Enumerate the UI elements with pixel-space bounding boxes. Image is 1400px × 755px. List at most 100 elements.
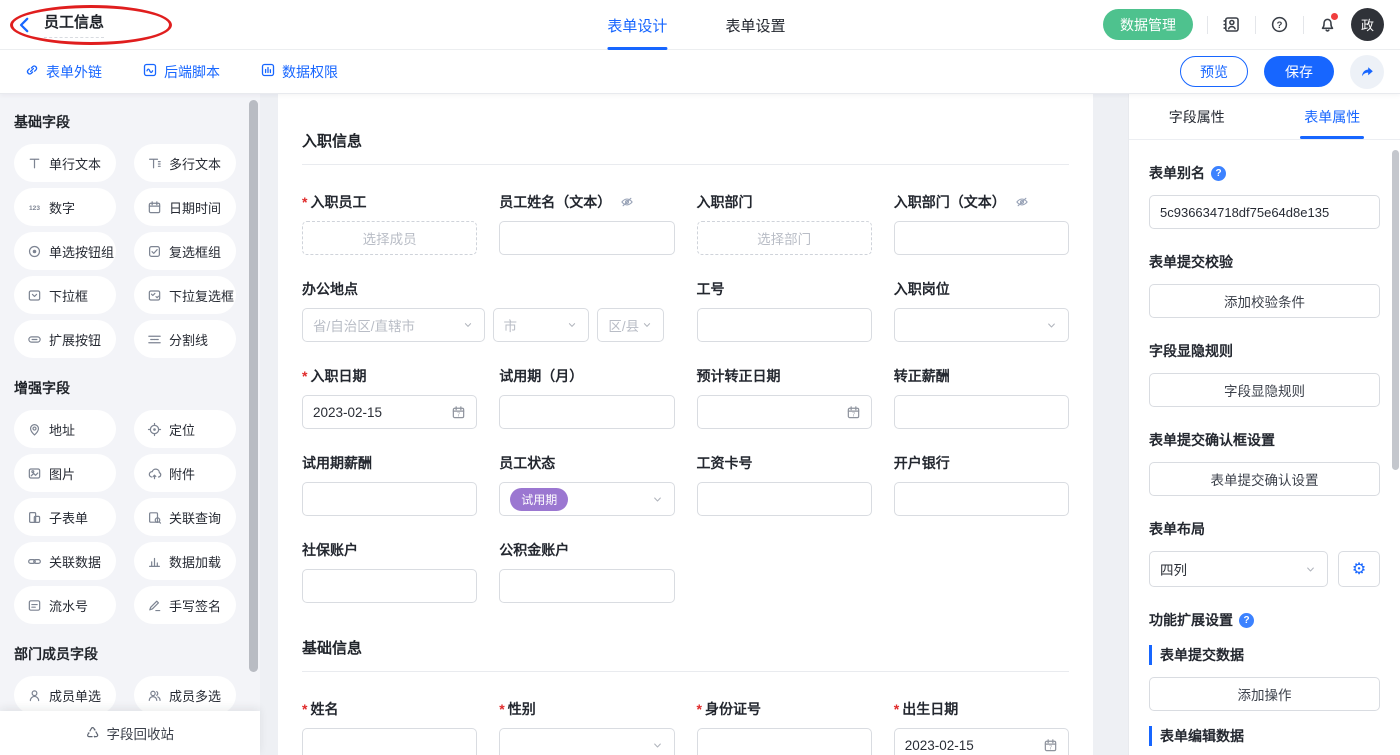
- form-field[interactable]: 社保账户: [302, 540, 477, 603]
- sidebar-item[interactable]: 关联查询: [134, 498, 236, 536]
- form-field[interactable]: 入职部门（文本）: [894, 192, 1069, 255]
- panel-scrollbar[interactable]: [1392, 150, 1399, 470]
- form-field[interactable]: 入职岗位: [894, 279, 1069, 342]
- member-picker-field[interactable]: 选择成员: [302, 221, 477, 255]
- sidebar-item[interactable]: 单选按钮组: [14, 232, 116, 270]
- form-alias-input[interactable]: [1149, 195, 1380, 229]
- form-field[interactable]: 试用期薪酬: [302, 453, 477, 516]
- date-input-field[interactable]: 2023-02-157: [302, 395, 477, 429]
- form-field[interactable]: *入职员工选择成员: [302, 192, 477, 255]
- address-select[interactable]: 市: [493, 308, 590, 342]
- sidebar-item[interactable]: 扩展按钮: [14, 320, 116, 358]
- select-field[interactable]: [894, 308, 1069, 342]
- layout-select[interactable]: 四列: [1149, 551, 1328, 587]
- sidebar-item[interactable]: 成员单选: [14, 676, 116, 714]
- date-input-field[interactable]: 2023-02-157: [894, 728, 1069, 755]
- sidebar-item[interactable]: 手写签名: [134, 586, 236, 624]
- data-manage-button[interactable]: 数据管理: [1103, 9, 1193, 40]
- text-input-field[interactable]: [894, 395, 1069, 429]
- sidebar-item[interactable]: 复选框组: [134, 232, 236, 270]
- panel-action-button[interactable]: 添加操作: [1149, 677, 1380, 711]
- sidebar-item[interactable]: 定位: [134, 410, 236, 448]
- form-field[interactable]: *身份证号: [697, 699, 872, 755]
- sidebar-item[interactable]: 流水号: [14, 586, 116, 624]
- form-field[interactable]: 预计转正日期7: [697, 366, 872, 429]
- avatar[interactable]: 政: [1351, 8, 1384, 41]
- help-icon[interactable]: ?: [1270, 15, 1289, 34]
- panel-tab-0[interactable]: 字段属性: [1129, 94, 1265, 139]
- panel-group-label: 功能扩展设置?: [1149, 610, 1380, 630]
- form-field[interactable]: 试用期（月）: [499, 366, 674, 429]
- field-label-text: 入职部门（文本）: [894, 192, 1006, 212]
- text-input-field[interactable]: [499, 569, 674, 603]
- sidebar-item[interactable]: 下拉框: [14, 276, 116, 314]
- sidebar-item[interactable]: 子表单: [14, 498, 116, 536]
- sidebar-item[interactable]: 分割线: [134, 320, 236, 358]
- sidebar-item[interactable]: 关联数据: [14, 542, 116, 580]
- sidebar-item[interactable]: 下拉复选框: [134, 276, 236, 314]
- contacts-icon[interactable]: [1222, 15, 1241, 34]
- form-field[interactable]: 工资卡号: [697, 453, 872, 516]
- address-select[interactable]: 区/县: [597, 308, 664, 342]
- sidebar-item[interactable]: 多行文本: [134, 144, 236, 182]
- sidebar-item[interactable]: 图片: [14, 454, 116, 492]
- help-icon[interactable]: ?: [1239, 613, 1254, 628]
- help-icon[interactable]: ?: [1211, 166, 1226, 181]
- back-button[interactable]: [16, 16, 34, 34]
- text-input-field[interactable]: [499, 221, 674, 255]
- address-select[interactable]: 省/自治区/直辖市: [302, 308, 485, 342]
- form-field[interactable]: *姓名: [302, 699, 477, 755]
- share-button[interactable]: [1350, 55, 1384, 89]
- top-tab-1[interactable]: 表单设置: [725, 0, 785, 50]
- panel-action-button[interactable]: 表单提交确认设置: [1149, 462, 1380, 496]
- form-field[interactable]: 员工姓名（文本）: [499, 192, 674, 255]
- toolbar-link-2[interactable]: 数据权限: [260, 62, 338, 82]
- sidebar-item[interactable]: 数据加载: [134, 542, 236, 580]
- panel-tab-1[interactable]: 表单属性: [1265, 94, 1400, 139]
- sidebar-item-label: 数字: [49, 198, 75, 217]
- member-picker-field[interactable]: 选择部门: [697, 221, 872, 255]
- layout-settings-button[interactable]: ⚙: [1338, 551, 1380, 587]
- select-field[interactable]: [499, 728, 674, 755]
- text-input-field[interactable]: [302, 569, 477, 603]
- form-field[interactable]: 工号: [697, 279, 872, 342]
- number-icon: 123: [27, 200, 42, 215]
- status-select-field[interactable]: 试用期: [499, 482, 674, 516]
- sidebar-item[interactable]: 附件: [134, 454, 236, 492]
- form-field[interactable]: *性别: [499, 699, 674, 755]
- panel-action-button[interactable]: 添加校验条件: [1149, 284, 1380, 318]
- sidebar-scrollbar[interactable]: [249, 100, 258, 672]
- sidebar-item[interactable]: 123 数字: [14, 188, 116, 226]
- sidebar-item[interactable]: 单行文本: [14, 144, 116, 182]
- form-section-title: 基础信息: [302, 637, 1069, 658]
- toolbar-link-1[interactable]: 后端脚本: [142, 62, 220, 82]
- sidebar-item[interactable]: 地址: [14, 410, 116, 448]
- field-recycle-bin[interactable]: ♺ 字段回收站: [0, 711, 260, 755]
- text-input-field[interactable]: [894, 221, 1069, 255]
- form-field[interactable]: 公积金账户: [499, 540, 674, 603]
- text-input-field[interactable]: [302, 482, 477, 516]
- text-input-field[interactable]: [302, 728, 477, 755]
- form-field[interactable]: *出生日期2023-02-157: [894, 699, 1069, 755]
- text-input-field[interactable]: [894, 482, 1069, 516]
- sidebar-item[interactable]: 成员多选: [134, 676, 236, 714]
- text-input-field[interactable]: [499, 395, 674, 429]
- top-tab-0[interactable]: 表单设计: [607, 0, 667, 50]
- sidebar-item[interactable]: 日期时间: [134, 188, 236, 226]
- save-button[interactable]: 保存: [1264, 56, 1334, 87]
- form-field[interactable]: *入职日期2023-02-157: [302, 366, 477, 429]
- text-input-field[interactable]: [697, 308, 872, 342]
- svg-text:7: 7: [457, 412, 460, 418]
- preview-button[interactable]: 预览: [1180, 56, 1248, 87]
- form-field[interactable]: 转正薪酬: [894, 366, 1069, 429]
- date-input-field[interactable]: 7: [697, 395, 872, 429]
- text-input-field[interactable]: [697, 482, 872, 516]
- text-input-field[interactable]: [697, 728, 872, 755]
- form-field[interactable]: 开户银行: [894, 453, 1069, 516]
- form-field[interactable]: 入职部门选择部门: [697, 192, 872, 255]
- toolbar-link-0[interactable]: 表单外链: [24, 62, 102, 82]
- panel-action-button[interactable]: 字段显隐规则: [1149, 373, 1380, 407]
- form-field[interactable]: 员工状态试用期: [499, 453, 674, 516]
- notification-bell-icon[interactable]: [1318, 15, 1337, 34]
- form-field[interactable]: 办公地点省/自治区/直辖市市区/县: [302, 279, 675, 342]
